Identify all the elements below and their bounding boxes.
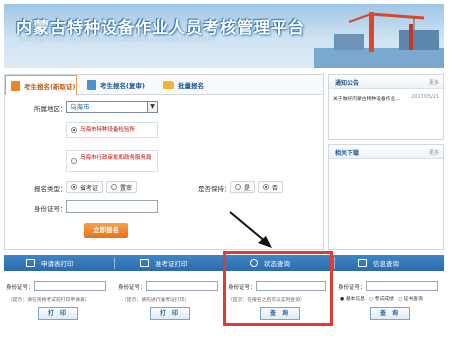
tab-batch-registration[interactable]: 批量报名: [163, 75, 204, 95]
option-label: 省考证: [80, 184, 99, 192]
keep-option[interactable]: 是: [230, 181, 256, 193]
section-info-query: 信息查询: [358, 255, 399, 271]
id-number-label: 身份证号：: [6, 285, 34, 291]
divider: [114, 257, 115, 269]
highlight-box: [223, 251, 333, 326]
registration-type-group: 省考证 置审: [66, 181, 138, 193]
keep-label: 是否保持：: [198, 185, 231, 193]
option-label: 考试成绩: [374, 297, 394, 302]
clipboard-icon: [11, 80, 20, 91]
section-title: 准考证打印: [155, 260, 188, 268]
print-button[interactable]: 打 印: [150, 307, 190, 320]
notice-header: 通知公告 更多: [329, 75, 443, 89]
platform-subtitle: Neimenggu Special Equipment Operator Ass…: [18, 37, 214, 43]
id-card-icon: [140, 259, 149, 267]
org-option-2[interactable]: 乌海市行政审批和政务服务局: [66, 150, 158, 172]
keep-option[interactable]: 否: [258, 181, 284, 193]
section-title: 申请表打印: [41, 260, 74, 268]
info-query-form: 身份证号： ● 基本信息 ○ 考试成绩 ○ 证书查询 查 询: [336, 271, 444, 333]
region-select[interactable]: 乌海市 ▼: [66, 101, 158, 113]
radio-button[interactable]: [71, 158, 77, 164]
option-label: 证书查询: [403, 297, 423, 302]
query-type-option[interactable]: ● 基本信息: [340, 295, 365, 302]
query-type-option[interactable]: ○ 证书查询: [398, 295, 423, 302]
downloads-title: 相关下载: [335, 150, 360, 157]
option-label: 基本信息: [345, 297, 365, 302]
notice-date: 2017/05/21: [411, 95, 439, 100]
org-option-label: 乌海市行政审批和政务服务局: [80, 155, 152, 161]
tab-new-registration[interactable]: 考生报名(新取证): [5, 75, 77, 95]
folder-icon: [163, 81, 174, 89]
apply-now-button[interactable]: 立即报名: [84, 223, 128, 238]
query-type-group: ● 基本信息 ○ 考试成绩 ○ 证书查询: [340, 295, 423, 302]
notice-title: 通知公告: [335, 80, 360, 87]
document-icon: [87, 80, 96, 90]
platform-title: 内蒙古特种设备作业人员考核管理平台: [16, 18, 306, 37]
chevron-down-icon: ▼: [147, 102, 157, 112]
admission-print-form: 身份证号： （提示：请先进行准考证打印） 打 印: [116, 271, 224, 333]
id-number-label: 身份证号：: [118, 285, 146, 291]
crane-illustration: [314, 12, 444, 68]
id-number-input[interactable]: [146, 281, 218, 291]
notice-more-link[interactable]: 更多: [429, 79, 439, 86]
info-icon: [358, 259, 367, 267]
reg-type-option[interactable]: 省考证: [66, 181, 104, 193]
region-value: 乌海市: [70, 103, 90, 111]
hint-text: （提示：请先进行准考证打印）: [122, 298, 190, 303]
keep-option-group: 是 否: [230, 181, 284, 193]
option-label: 是: [244, 184, 251, 192]
reg-type-option[interactable]: 置审: [106, 181, 138, 193]
query-button[interactable]: 查 询: [370, 307, 410, 320]
radio-button[interactable]: [71, 127, 77, 133]
application-print-form: 身份证号： （提示：请在资格考试前打印申请表） 打 印: [4, 271, 114, 333]
radio-dot: [235, 184, 241, 190]
annotation-arrow-icon: [229, 211, 272, 248]
divider: [334, 257, 335, 269]
option-label: 否: [272, 184, 279, 192]
downloads-panel: 相关下载 更多: [328, 144, 444, 250]
query-type-option[interactable]: ○ 考试成绩: [369, 295, 394, 302]
print-button[interactable]: 打 印: [38, 307, 78, 320]
id-number-input[interactable]: [34, 281, 106, 291]
downloads-more-link[interactable]: 更多: [429, 149, 439, 156]
radio-dot: [71, 184, 77, 190]
printer-icon: [26, 259, 35, 267]
region-label: 所属地区：: [34, 105, 67, 113]
option-label: 置审: [120, 184, 133, 192]
downloads-header: 相关下载 更多: [329, 145, 443, 159]
section-admission-print: 准考证打印: [140, 255, 188, 271]
radio-dot: [111, 184, 118, 190]
id-number-input[interactable]: [366, 281, 438, 291]
list-item[interactable]: 关于做好内蒙古特种设备作业... 2017/05/21: [333, 95, 439, 102]
registration-panel: 考生报名(新取证) 考生报名(复审) 批量报名: [4, 74, 324, 250]
hint-text: （提示：请在资格考试前打印申请表）: [8, 298, 90, 303]
org-option-label: 乌海市特种设备检验所: [80, 127, 136, 133]
tab-label: 批量报名: [178, 82, 204, 90]
radio-dot: [263, 184, 270, 190]
tab-review-registration[interactable]: 考生报名(复审): [85, 75, 145, 95]
tab-bar: 考生报名(新取证) 考生报名(复审) 批量报名: [5, 75, 323, 95]
org-option-1[interactable]: 乌海市特种设备检验所: [66, 122, 158, 138]
tab-label: 考生报名(复审): [100, 82, 145, 90]
header-banner: 内蒙古特种设备作业人员考核管理平台 Neimenggu Special Equi…: [4, 4, 444, 68]
notice-panel: 通知公告 更多 关于做好内蒙古特种设备作业... 2017/05/21: [328, 74, 444, 140]
tab-label: 考生报名(新取证): [24, 82, 76, 91]
notice-text: 关于做好内蒙古特种设备作业...: [333, 97, 400, 102]
registration-type-label: 报名类型：: [34, 185, 67, 193]
id-number-label: 身份证号：: [34, 205, 67, 213]
id-number-input[interactable]: [66, 200, 158, 213]
section-application-print: 申请表打印: [26, 255, 74, 271]
section-title: 信息查询: [373, 260, 399, 268]
id-number-label: 身份证号：: [338, 285, 366, 291]
